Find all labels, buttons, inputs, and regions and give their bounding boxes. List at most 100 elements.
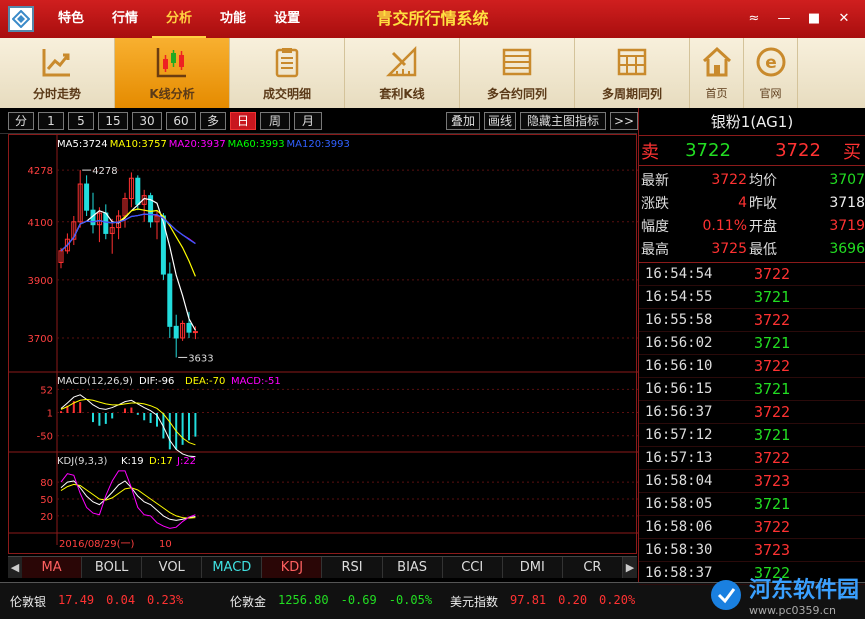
sell-label: 卖	[641, 141, 659, 163]
period-button[interactable]: 5	[68, 112, 94, 130]
tick-price: 3721	[753, 334, 791, 352]
macd-y-tick: 1	[47, 409, 53, 420]
tool-label: 分时走势	[32, 86, 81, 101]
period-button[interactable]: 分	[8, 112, 34, 130]
tool-time-trend[interactable]: 分时走势	[0, 38, 115, 108]
kdj-y-tick: 50	[40, 495, 53, 506]
stat-label: 最新	[641, 172, 669, 189]
tick-time: 16:56:02	[645, 335, 713, 351]
tool-multi-contract[interactable]: 多合约同列	[460, 38, 575, 108]
clipboard-icon	[275, 47, 299, 77]
ticker-pct: 0.23%	[147, 592, 184, 607]
ticker-name: 伦敦金	[230, 594, 267, 609]
menu-item-0[interactable]: 特色	[44, 0, 98, 38]
y-tick-label: 3900	[28, 276, 53, 287]
watermark: 河东软件园 www.pc0359.cn	[709, 572, 859, 617]
svg-text:e: e	[765, 53, 777, 73]
sell-price[interactable]: 3722	[663, 140, 753, 161]
tool-official-site[interactable]: e 官网	[744, 38, 798, 108]
stat-label: 幅度	[641, 218, 669, 235]
indicator-bar: ◀ MA BOLL VOL MACD KDJ RSI BIAS CCI DMI CR ▶	[8, 556, 637, 578]
period-button[interactable]: 30	[132, 112, 162, 130]
indicator-tab[interactable]: BOLL	[82, 557, 143, 578]
candle-body	[135, 177, 141, 205]
tool-kline[interactable]: K线分析	[115, 38, 230, 108]
ticker-price: 97.81	[510, 592, 547, 607]
minimize-button[interactable]: —	[771, 8, 797, 30]
tool-label: 首页	[705, 87, 728, 100]
tick-price: 3722	[753, 357, 791, 375]
tick-row: 16:56:10 3722	[639, 355, 865, 378]
scroll-right-icon[interactable]: ▶	[623, 557, 637, 578]
ticker-item[interactable]: 伦敦金 1256.80 -0.69 -0.05%	[220, 593, 440, 610]
indicator-tab[interactable]: RSI	[322, 557, 383, 578]
scroll-left-icon[interactable]: ◀	[8, 557, 22, 578]
kline-chart[interactable]: 4278 4100 3900 3700 MA5:3724 MA10:3757 MA20:39…	[8, 134, 638, 554]
period-button[interactable]: 多	[200, 112, 226, 130]
period-button[interactable]: 1	[38, 112, 64, 130]
close-button[interactable]: ✕	[831, 8, 857, 30]
kdj-legend: K:19	[121, 456, 144, 467]
period-button[interactable]: 周	[260, 112, 290, 130]
indicator-tab[interactable]: MACD	[202, 557, 263, 578]
tick-time: 16:54:55	[645, 289, 713, 305]
chart-action-button[interactable]: >>	[610, 112, 638, 130]
maximize-button[interactable]: ■	[801, 8, 827, 30]
tool-home[interactable]: 首页	[690, 38, 744, 108]
period-button[interactable]: 60	[166, 112, 196, 130]
macd-y-tick: 52	[40, 385, 53, 396]
ticker-price: 1256.80	[278, 592, 329, 607]
tick-row: 16:57:13 3722	[639, 447, 865, 470]
period-button[interactable]: 15	[98, 112, 128, 130]
ticker-item[interactable]: 伦敦银 17.49 0.04 0.23%	[0, 593, 220, 610]
tick-row: 16:56:37 3722	[639, 401, 865, 424]
buy-price[interactable]: 3722	[753, 140, 843, 161]
tool-label: 成交明细	[262, 86, 311, 101]
low-annotation: 3633	[188, 353, 213, 364]
ma-legend: MA60:3993	[228, 139, 285, 150]
indicator-tab[interactable]: CR	[563, 557, 623, 578]
tool-multi-period[interactable]: 多周期同列	[575, 38, 690, 108]
ticker-price: 17.49	[58, 592, 95, 607]
period-bar: 分 1 5 15 30 60 多日周月叠加 画线 隐藏主图指标 >>	[0, 108, 638, 134]
ticker-pct: 0.20%	[599, 592, 636, 607]
kdj-y-tick: 80	[40, 478, 53, 489]
chart-action-button[interactable]: 隐藏主图指标	[520, 112, 606, 130]
indicator-tab[interactable]: VOL	[142, 557, 203, 578]
period-button[interactable]: 月	[294, 112, 322, 130]
ticker-chg: 0.04	[106, 592, 136, 607]
stat-label: 均价	[749, 172, 777, 189]
tool-trade-details[interactable]: 成交明细	[230, 38, 345, 108]
tick-row: 16:55:58 3722	[639, 309, 865, 332]
indicator-tab[interactable]: BIAS	[383, 557, 443, 578]
menu-item-4[interactable]: 设置	[260, 0, 314, 38]
macd-y-tick: -50	[37, 432, 53, 443]
tool-arbitrage-kline[interactable]: 套利K线	[345, 38, 460, 108]
tick-price: 3721	[753, 380, 791, 398]
stat-label: 最高	[641, 241, 669, 258]
tick-row: 16:56:02 3721	[639, 332, 865, 355]
main-toolbar: 分时走势 K线分析 成交明细 套利K线 多合约同列 多周期同列 首页 e 官网	[0, 38, 865, 108]
chart-action-button[interactable]: 叠加	[446, 112, 480, 130]
menu-item-2[interactable]: 分析	[152, 0, 207, 38]
chart-action-button[interactable]: 画线	[484, 112, 516, 130]
quote-panel: 银粉1(AG1) 卖 3722 3722 买 最新 3722 均价 3707 涨跌 4 昨收…	[638, 108, 865, 585]
collapse-button[interactable]: ≈	[741, 8, 767, 30]
tick-price: 3722	[753, 265, 791, 283]
ticker-name: 伦敦银	[10, 594, 47, 609]
stat-value: 3707	[829, 171, 865, 188]
tick-time: 16:58:05	[645, 496, 713, 512]
ticker-item[interactable]: 美元指数 97.81 0.20 0.20%	[440, 593, 660, 610]
list-icon	[502, 48, 532, 75]
stat-value: 3725	[711, 240, 747, 257]
tick-time: 16:55:58	[645, 312, 713, 328]
indicator-tab[interactable]: DMI	[503, 557, 563, 578]
indicator-tab[interactable]: CCI	[443, 557, 503, 578]
indicator-tab[interactable]: KDJ	[262, 557, 323, 578]
tick-price: 3722	[753, 403, 791, 421]
period-button[interactable]: 日	[230, 112, 256, 130]
menu-item-3[interactable]: 功能	[206, 0, 260, 38]
menu-item-1[interactable]: 行情	[98, 0, 152, 38]
x-date-label: 10	[159, 539, 172, 550]
indicator-tab[interactable]: MA	[22, 557, 83, 578]
